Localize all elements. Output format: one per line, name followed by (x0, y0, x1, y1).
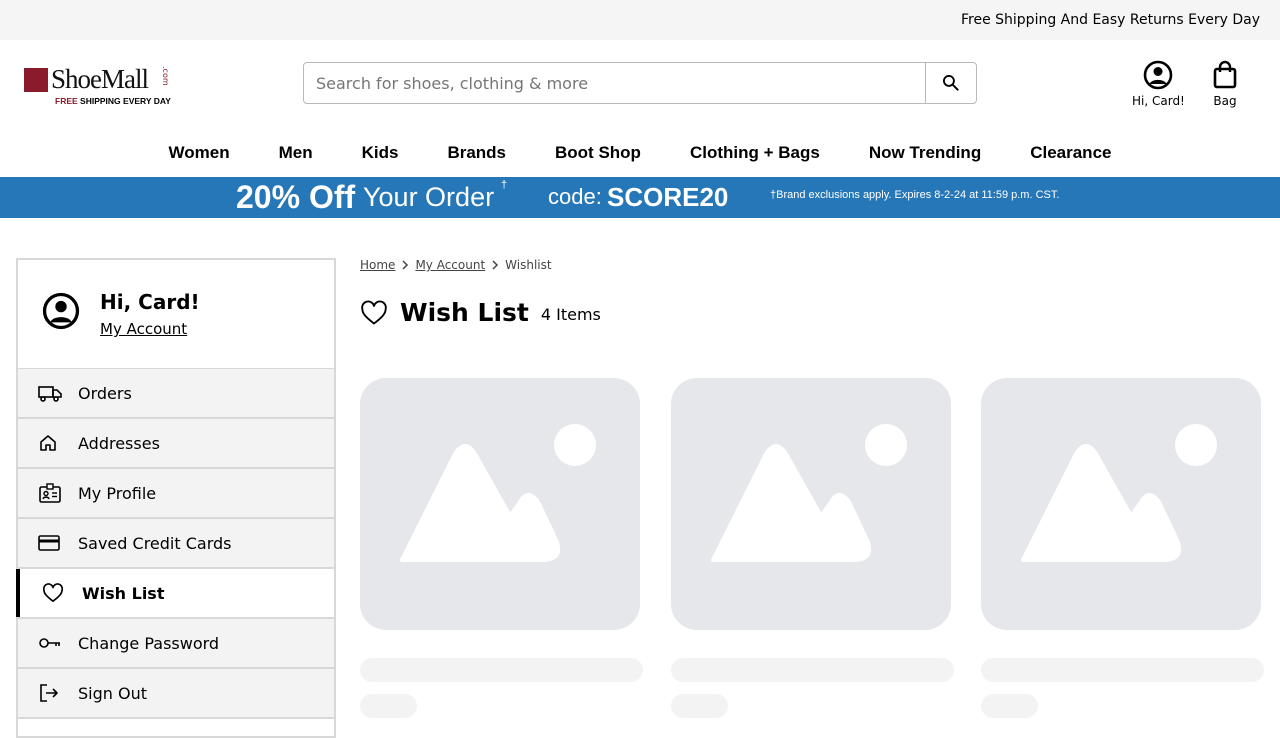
shopping-bag-icon (1213, 60, 1237, 89)
sidebar-item-orders[interactable]: Orders (18, 369, 334, 419)
bag-button[interactable]: Bag (1212, 60, 1238, 108)
account-label: Hi, Card! (1132, 94, 1185, 108)
product-price-skeleton (671, 694, 728, 718)
promo-code-value: SCORE20 (607, 182, 729, 212)
sidebar-item-label: My Profile (78, 483, 157, 503)
image-placeholder-icon (400, 424, 596, 562)
image-placeholder-icon (1021, 424, 1217, 562)
promo-code-label: code: (548, 184, 602, 209)
sidebar-item-label: Addresses (78, 433, 160, 453)
breadcrumb: Home My Account Wishlist (360, 258, 552, 272)
search-input[interactable] (304, 63, 925, 103)
sidebar-item-label: Sign Out (78, 683, 147, 703)
sidebar-item-credit-cards[interactable]: Saved Credit Cards (18, 519, 334, 569)
page-title: Wish List (400, 298, 529, 327)
logo-dotcom: .com (161, 66, 170, 86)
promo-dagger: † (501, 179, 508, 191)
logo-tagline-free: FREE (55, 96, 78, 106)
breadcrumb-current: Wishlist (505, 258, 552, 272)
my-account-link[interactable]: My Account (100, 320, 187, 338)
sidebar-item-label: Orders (78, 383, 132, 403)
nav-item-clothing-bags[interactable]: Clothing + Bags (665, 143, 844, 163)
nav-item-brands[interactable]: Brands (423, 143, 531, 163)
sign-out-icon (40, 684, 58, 702)
main-nav: Women Men Kids Brands Boot Shop Clothing… (0, 128, 1280, 177)
promo-banner[interactable]: 20% Off Your Order † code: SCORE20 †Bran… (0, 177, 1280, 218)
search-button[interactable] (925, 63, 976, 103)
sidebar-item-change-password[interactable]: Change Password (18, 619, 334, 669)
promo-text: Your Order (363, 182, 495, 212)
nav-item-now-trending[interactable]: Now Trending (844, 143, 1005, 163)
product-image-placeholder (981, 378, 1261, 630)
home-icon (40, 435, 56, 451)
shipping-message: Free Shipping And Easy Returns Every Day (960, 12, 1260, 28)
logo-tagline: FREE SHIPPING EVERY DAY (55, 96, 171, 106)
wishlist-product-card[interactable] (981, 378, 1264, 718)
sidebar-item-label: Saved Credit Cards (78, 533, 232, 553)
user-avatar-icon (42, 292, 80, 330)
account-sidebar: Hi, Card! My Account Orders Addresses My… (16, 258, 336, 738)
logo-mark-icon (24, 68, 48, 92)
nav-item-boot-shop[interactable]: Boot Shop (531, 143, 666, 163)
sidebar-item-addresses[interactable]: Addresses (18, 419, 334, 469)
chevron-right-icon (492, 260, 499, 270)
nav-item-kids[interactable]: Kids (337, 143, 423, 163)
truck-icon (38, 386, 62, 402)
product-price-skeleton (360, 694, 417, 718)
sidebar-header: Hi, Card! My Account (18, 260, 334, 369)
promo-fine-print: †Brand exclusions apply. Expires 8-2-24 … (770, 189, 1060, 201)
logo-wordmark: ShoeMall (51, 64, 149, 94)
logo-tagline-rest: SHIPPING EVERY DAY (80, 96, 171, 106)
wishlist-product-card[interactable] (360, 378, 643, 718)
breadcrumb-home[interactable]: Home (360, 258, 395, 272)
sidebar-item-wishlist[interactable]: Wish List (16, 569, 334, 619)
product-title-skeleton (981, 658, 1264, 682)
wishlist-item-count: 4 Items (540, 305, 601, 324)
product-image-placeholder (671, 378, 951, 630)
wishlist-heading: Wish List 4 Items (360, 298, 601, 327)
sidebar-item-profile[interactable]: My Profile (18, 469, 334, 519)
credit-card-icon (38, 535, 60, 551)
product-title-skeleton (671, 658, 954, 682)
product-title-skeleton (360, 658, 643, 682)
site-header: ShoeMall .com FREE SHIPPING EVERY DAY Hi… (0, 40, 1280, 128)
image-placeholder-icon (711, 424, 907, 562)
shoemall-logo[interactable]: ShoeMall .com FREE SHIPPING EVERY DAY (24, 64, 184, 106)
sidebar-item-sign-out[interactable]: Sign Out (18, 669, 334, 719)
id-card-icon (39, 483, 61, 503)
nav-item-women[interactable]: Women (144, 143, 254, 163)
nav-item-clearance[interactable]: Clearance (1006, 143, 1136, 163)
key-icon (39, 638, 60, 648)
promo-percent: 20% Off (236, 179, 356, 215)
heart-icon (42, 583, 64, 602)
product-image-placeholder (360, 378, 640, 630)
sidebar-item-label: Change Password (78, 633, 220, 653)
search-icon (943, 75, 959, 91)
wishlist-product-card[interactable] (671, 378, 954, 718)
product-price-skeleton (981, 694, 1038, 718)
top-announcement-bar: Free Shipping And Easy Returns Every Day (0, 0, 1280, 40)
breadcrumb-my-account[interactable]: My Account (415, 258, 485, 272)
sidebar-item-label: Wish List (82, 583, 165, 603)
account-icon (1144, 60, 1173, 90)
nav-item-men[interactable]: Men (254, 143, 337, 163)
chevron-right-icon (402, 260, 409, 270)
bag-label: Bag (1213, 94, 1237, 108)
sidebar-greeting: Hi, Card! (100, 290, 200, 314)
account-button[interactable]: Hi, Card! (1132, 60, 1185, 108)
search-bar (303, 62, 977, 104)
heart-icon (361, 300, 387, 324)
